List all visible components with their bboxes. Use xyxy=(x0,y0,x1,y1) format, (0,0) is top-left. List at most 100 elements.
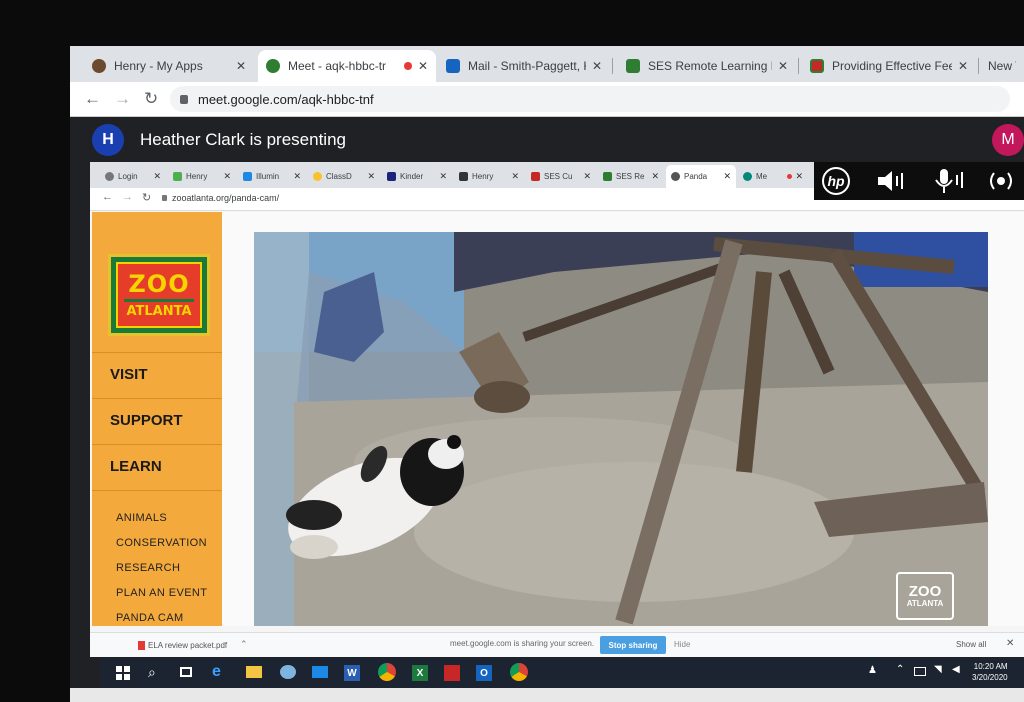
inner-tab[interactable]: ClassD ✕ xyxy=(308,165,380,188)
outer-tab-bar: Henry - My Apps ✕ Meet - aqk-hbbc-tr ✕ M… xyxy=(70,46,1024,82)
hide-button[interactable]: Hide xyxy=(674,640,690,649)
microphone-icon[interactable] xyxy=(932,168,966,194)
outer-tab-my-apps[interactable]: Henry - My Apps ✕ xyxy=(84,50,254,82)
back-arrow-icon[interactable]: ← xyxy=(84,89,101,109)
chevron-up-icon[interactable]: ⌃ xyxy=(240,639,248,650)
subnav-conservation[interactable]: CONSERVATION xyxy=(116,537,207,549)
outer-url-field[interactable]: meet.google.com/aqk-hbbc-tnf xyxy=(170,86,1010,112)
reload-icon[interactable]: ↻ xyxy=(142,191,151,204)
nav-divider xyxy=(92,352,222,353)
clock-time: 10:20 AM xyxy=(973,662,1008,671)
clock[interactable]: 10:20 AM 3/20/2020 xyxy=(972,661,1008,683)
windows-start-icon[interactable] xyxy=(116,666,130,680)
wireless-icon[interactable] xyxy=(986,168,1016,194)
presenting-text: Heather Clark is presenting xyxy=(140,130,346,149)
outer-tab-ses-remote[interactable]: SES Remote Learning Lo ✕ xyxy=(618,50,796,82)
sharing-text: meet.google.com is sharing your screen. xyxy=(450,639,595,648)
wifi-icon[interactable]: ◥ xyxy=(934,664,942,675)
pdf-icon xyxy=(138,641,145,650)
search-icon[interactable]: ⌕ xyxy=(148,664,156,681)
app-icon xyxy=(531,172,540,181)
inner-tab[interactable]: Login ✕ xyxy=(100,165,166,188)
close-tab-icon[interactable]: ✕ xyxy=(223,171,231,182)
back-arrow-icon[interactable]: ← xyxy=(102,191,113,203)
panda-cam-video[interactable]: ZOO ATLANTA xyxy=(254,232,988,626)
user-avatar[interactable]: M xyxy=(992,124,1024,156)
inner-tab[interactable]: Henry ✕ xyxy=(454,165,524,188)
blackboard-icon xyxy=(459,172,468,181)
close-tab-icon[interactable]: ✕ xyxy=(592,59,602,73)
app-icon xyxy=(313,172,322,181)
close-tab-icon[interactable]: ✕ xyxy=(418,59,428,73)
store-icon[interactable] xyxy=(312,666,328,678)
inner-url-text[interactable]: zooatlanta.org/panda-cam/ xyxy=(172,193,279,203)
file-explorer-icon[interactable] xyxy=(246,666,262,678)
download-filename[interactable]: ELA review packet.pdf xyxy=(148,641,227,650)
outer-tab-meet[interactable]: Meet - aqk-hbbc-tr ✕ xyxy=(258,50,436,82)
people-icon[interactable]: ♟ xyxy=(868,665,877,676)
subnav-plan-an-event[interactable]: PLAN AN EVENT xyxy=(116,587,207,599)
download-bar: ELA review packet.pdf ⌃ meet.google.com … xyxy=(90,632,1024,657)
word-icon[interactable]: W xyxy=(344,665,360,681)
edge-icon[interactable]: e xyxy=(212,663,221,681)
speaker-icon[interactable] xyxy=(876,168,910,194)
logo-text-zoo: ZOO xyxy=(128,269,190,298)
close-tab-icon[interactable]: ✕ xyxy=(958,59,968,73)
close-tab-icon[interactable]: ✕ xyxy=(795,171,803,182)
close-tab-icon[interactable]: ✕ xyxy=(367,171,375,182)
inner-tab[interactable]: SES Re ✕ xyxy=(598,165,664,188)
nav-divider xyxy=(92,490,222,491)
tab-label: Me xyxy=(756,172,768,181)
forward-arrow-icon[interactable]: → xyxy=(122,191,133,203)
app-icon[interactable] xyxy=(280,665,296,679)
show-all-button[interactable]: Show all xyxy=(956,640,986,649)
chrome-icon[interactable] xyxy=(378,663,396,681)
reload-icon[interactable]: ↻ xyxy=(144,89,158,109)
subnav-panda-cam[interactable]: PANDA CAM xyxy=(116,612,184,624)
outlook-icon xyxy=(446,59,460,73)
outer-tab-new[interactable]: New Ta xyxy=(980,50,1024,82)
acrobat-icon[interactable] xyxy=(444,665,460,681)
outlook-icon[interactable]: O xyxy=(476,665,492,681)
close-tab-icon[interactable]: ✕ xyxy=(236,59,246,73)
subnav-research[interactable]: RESEARCH xyxy=(116,562,180,574)
clock-date: 3/20/2020 xyxy=(972,673,1008,682)
inner-tab[interactable]: SES Cu ✕ xyxy=(526,165,596,188)
close-tab-icon[interactable]: ✕ xyxy=(511,171,519,182)
close-tab-icon[interactable]: ✕ xyxy=(723,171,731,182)
classroom-icon xyxy=(603,172,612,181)
chrome-icon[interactable] xyxy=(510,663,528,681)
hp-audio-overlay: hp xyxy=(814,162,1024,200)
stop-sharing-button[interactable]: Stop sharing xyxy=(600,636,666,654)
recording-dot-icon xyxy=(787,174,793,179)
inner-tab[interactable]: Henry ✕ xyxy=(168,165,236,188)
close-tab-icon[interactable]: ✕ xyxy=(778,59,788,73)
inner-tab[interactable]: Illumin ✕ xyxy=(238,165,306,188)
excel-icon[interactable]: X xyxy=(412,665,428,681)
inner-tab-panda[interactable]: Panda ✕ xyxy=(666,165,736,188)
inner-tab[interactable]: Me ✕ xyxy=(738,165,808,188)
subnav-animals[interactable]: ANIMALS xyxy=(116,512,167,524)
nav-visit[interactable]: VISIT xyxy=(110,366,148,383)
tab-label: Providing Effective Feec xyxy=(832,59,952,73)
tab-separator xyxy=(798,58,799,74)
inner-tab[interactable]: Kinder ✕ xyxy=(382,165,452,188)
nav-learn[interactable]: LEARN xyxy=(110,458,162,475)
meet-icon xyxy=(743,172,752,181)
close-tab-icon[interactable]: ✕ xyxy=(153,171,161,182)
task-view-icon[interactable] xyxy=(180,667,192,677)
app-icon xyxy=(173,172,182,181)
presenter-avatar: H xyxy=(92,124,124,156)
close-tab-icon[interactable]: ✕ xyxy=(439,171,447,182)
outer-tab-feedback[interactable]: Providing Effective Feec ✕ xyxy=(802,50,976,82)
close-tab-icon[interactable]: ✕ xyxy=(651,171,659,182)
chevron-up-icon[interactable]: ⌃ xyxy=(896,664,904,675)
close-icon[interactable]: ✕ xyxy=(1006,638,1014,649)
close-tab-icon[interactable]: ✕ xyxy=(293,171,301,182)
nav-support[interactable]: SUPPORT xyxy=(110,412,183,429)
volume-icon[interactable]: ◀ xyxy=(952,664,960,675)
tab-label: Panda xyxy=(684,172,708,181)
outer-tab-mail[interactable]: Mail - Smith-Paggett, K ✕ xyxy=(438,50,610,82)
forward-arrow-icon[interactable]: → xyxy=(114,89,131,109)
close-tab-icon[interactable]: ✕ xyxy=(583,171,591,182)
